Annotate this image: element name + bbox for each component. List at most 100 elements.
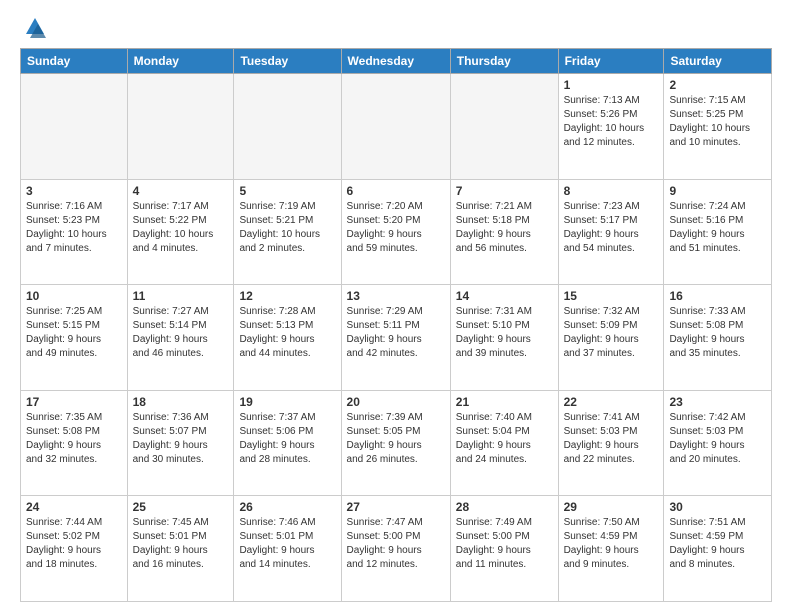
day-number: 2 [669, 78, 766, 92]
day-number: 10 [26, 289, 122, 303]
day-cell: 26 Sunrise: 7:46 AM Sunset: 5:01 PM Dayli… [234, 496, 341, 602]
day-info: Sunrise: 7:44 AM Sunset: 5:02 PM Dayligh… [26, 516, 122, 572]
day-cell: 18 Sunrise: 7:36 AM Sunset: 5:07 PM Dayli… [127, 390, 234, 496]
day-number: 24 [26, 500, 122, 514]
day-info: Sunrise: 7:45 AM Sunset: 5:01 PM Dayligh… [133, 516, 229, 572]
day-info: Sunrise: 7:19 AM Sunset: 5:21 PM Dayligh… [239, 200, 335, 256]
logo-icon [24, 16, 46, 38]
page: SundayMondayTuesdayWednesdayThursdayFrid… [0, 0, 792, 612]
day-cell [341, 74, 450, 180]
day-number: 4 [133, 184, 229, 198]
day-info: Sunrise: 7:28 AM Sunset: 5:13 PM Dayligh… [239, 305, 335, 361]
day-cell: 11 Sunrise: 7:27 AM Sunset: 5:14 PM Dayli… [127, 285, 234, 391]
weekday-wednesday: Wednesday [341, 49, 450, 74]
day-info: Sunrise: 7:13 AM Sunset: 5:26 PM Dayligh… [564, 94, 659, 150]
day-info: Sunrise: 7:37 AM Sunset: 5:06 PM Dayligh… [239, 411, 335, 467]
day-cell: 23 Sunrise: 7:42 AM Sunset: 5:03 PM Dayli… [664, 390, 772, 496]
day-info: Sunrise: 7:15 AM Sunset: 5:25 PM Dayligh… [669, 94, 766, 150]
weekday-monday: Monday [127, 49, 234, 74]
day-number: 13 [347, 289, 445, 303]
day-number: 18 [133, 395, 229, 409]
day-info: Sunrise: 7:32 AM Sunset: 5:09 PM Dayligh… [564, 305, 659, 361]
day-info: Sunrise: 7:27 AM Sunset: 5:14 PM Dayligh… [133, 305, 229, 361]
day-cell: 3 Sunrise: 7:16 AM Sunset: 5:23 PM Daylig… [21, 179, 128, 285]
day-number: 21 [456, 395, 553, 409]
day-cell: 24 Sunrise: 7:44 AM Sunset: 5:02 PM Dayli… [21, 496, 128, 602]
day-number: 17 [26, 395, 122, 409]
day-number: 30 [669, 500, 766, 514]
day-cell: 4 Sunrise: 7:17 AM Sunset: 5:22 PM Daylig… [127, 179, 234, 285]
day-cell: 30 Sunrise: 7:51 AM Sunset: 4:59 PM Dayli… [664, 496, 772, 602]
day-info: Sunrise: 7:25 AM Sunset: 5:15 PM Dayligh… [26, 305, 122, 361]
weekday-header-row: SundayMondayTuesdayWednesdayThursdayFrid… [21, 49, 772, 74]
day-number: 11 [133, 289, 229, 303]
day-cell: 10 Sunrise: 7:25 AM Sunset: 5:15 PM Dayli… [21, 285, 128, 391]
day-number: 14 [456, 289, 553, 303]
day-info: Sunrise: 7:36 AM Sunset: 5:07 PM Dayligh… [133, 411, 229, 467]
day-info: Sunrise: 7:40 AM Sunset: 5:04 PM Dayligh… [456, 411, 553, 467]
day-number: 22 [564, 395, 659, 409]
day-info: Sunrise: 7:21 AM Sunset: 5:18 PM Dayligh… [456, 200, 553, 256]
day-number: 8 [564, 184, 659, 198]
day-info: Sunrise: 7:16 AM Sunset: 5:23 PM Dayligh… [26, 200, 122, 256]
day-number: 3 [26, 184, 122, 198]
day-cell: 14 Sunrise: 7:31 AM Sunset: 5:10 PM Dayli… [450, 285, 558, 391]
day-cell: 19 Sunrise: 7:37 AM Sunset: 5:06 PM Dayli… [234, 390, 341, 496]
day-cell: 13 Sunrise: 7:29 AM Sunset: 5:11 PM Dayli… [341, 285, 450, 391]
day-cell: 6 Sunrise: 7:20 AM Sunset: 5:20 PM Daylig… [341, 179, 450, 285]
day-info: Sunrise: 7:29 AM Sunset: 5:11 PM Dayligh… [347, 305, 445, 361]
weekday-sunday: Sunday [21, 49, 128, 74]
day-info: Sunrise: 7:46 AM Sunset: 5:01 PM Dayligh… [239, 516, 335, 572]
day-cell: 1 Sunrise: 7:13 AM Sunset: 5:26 PM Daylig… [558, 74, 664, 180]
week-row-2: 3 Sunrise: 7:16 AM Sunset: 5:23 PM Daylig… [21, 179, 772, 285]
day-cell [450, 74, 558, 180]
week-row-3: 10 Sunrise: 7:25 AM Sunset: 5:15 PM Dayli… [21, 285, 772, 391]
day-number: 12 [239, 289, 335, 303]
logo [20, 16, 46, 38]
week-row-4: 17 Sunrise: 7:35 AM Sunset: 5:08 PM Dayli… [21, 390, 772, 496]
calendar: SundayMondayTuesdayWednesdayThursdayFrid… [20, 48, 772, 602]
day-cell: 17 Sunrise: 7:35 AM Sunset: 5:08 PM Dayli… [21, 390, 128, 496]
day-info: Sunrise: 7:47 AM Sunset: 5:00 PM Dayligh… [347, 516, 445, 572]
weekday-tuesday: Tuesday [234, 49, 341, 74]
day-number: 6 [347, 184, 445, 198]
day-info: Sunrise: 7:17 AM Sunset: 5:22 PM Dayligh… [133, 200, 229, 256]
day-info: Sunrise: 7:31 AM Sunset: 5:10 PM Dayligh… [456, 305, 553, 361]
day-number: 5 [239, 184, 335, 198]
day-cell: 28Sunrise: 7:49 AM Sunset: 5:00 PM Dayli… [450, 496, 558, 602]
day-number: 19 [239, 395, 335, 409]
weekday-friday: Friday [558, 49, 664, 74]
day-cell: 7 Sunrise: 7:21 AM Sunset: 5:18 PM Daylig… [450, 179, 558, 285]
weekday-thursday: Thursday [450, 49, 558, 74]
day-number: 26 [239, 500, 335, 514]
day-cell: 25Sunrise: 7:45 AM Sunset: 5:01 PM Dayli… [127, 496, 234, 602]
week-row-5: 24 Sunrise: 7:44 AM Sunset: 5:02 PM Dayli… [21, 496, 772, 602]
day-info: Sunrise: 7:23 AM Sunset: 5:17 PM Dayligh… [564, 200, 659, 256]
day-cell: 27 Sunrise: 7:47 AM Sunset: 5:00 PM Dayli… [341, 496, 450, 602]
day-info: Sunrise: 7:20 AM Sunset: 5:20 PM Dayligh… [347, 200, 445, 256]
day-info: Sunrise: 7:50 AM Sunset: 4:59 PM Dayligh… [564, 516, 659, 572]
day-info: Sunrise: 7:35 AM Sunset: 5:08 PM Dayligh… [26, 411, 122, 467]
day-number: 15 [564, 289, 659, 303]
calendar-table: SundayMondayTuesdayWednesdayThursdayFrid… [20, 48, 772, 602]
day-cell: 5 Sunrise: 7:19 AM Sunset: 5:21 PM Daylig… [234, 179, 341, 285]
day-info: Sunrise: 7:51 AM Sunset: 4:59 PM Dayligh… [669, 516, 766, 572]
day-info: Sunrise: 7:24 AM Sunset: 5:16 PM Dayligh… [669, 200, 766, 256]
day-cell: 22Sunrise: 7:41 AM Sunset: 5:03 PM Dayli… [558, 390, 664, 496]
header [20, 16, 772, 38]
weekday-saturday: Saturday [664, 49, 772, 74]
day-cell: 16Sunrise: 7:33 AM Sunset: 5:08 PM Dayli… [664, 285, 772, 391]
day-number: 28 [456, 500, 553, 514]
day-number: 27 [347, 500, 445, 514]
day-cell [234, 74, 341, 180]
day-cell: 29 Sunrise: 7:50 AM Sunset: 4:59 PM Dayli… [558, 496, 664, 602]
day-number: 1 [564, 78, 659, 92]
day-number: 29 [564, 500, 659, 514]
day-info: Sunrise: 7:33 AM Sunset: 5:08 PM Dayligh… [669, 305, 766, 361]
day-info: Sunrise: 7:39 AM Sunset: 5:05 PM Dayligh… [347, 411, 445, 467]
week-row-1: 1 Sunrise: 7:13 AM Sunset: 5:26 PM Daylig… [21, 74, 772, 180]
day-number: 7 [456, 184, 553, 198]
day-cell: 20Sunrise: 7:39 AM Sunset: 5:05 PM Dayli… [341, 390, 450, 496]
day-info: Sunrise: 7:42 AM Sunset: 5:03 PM Dayligh… [669, 411, 766, 467]
day-number: 23 [669, 395, 766, 409]
